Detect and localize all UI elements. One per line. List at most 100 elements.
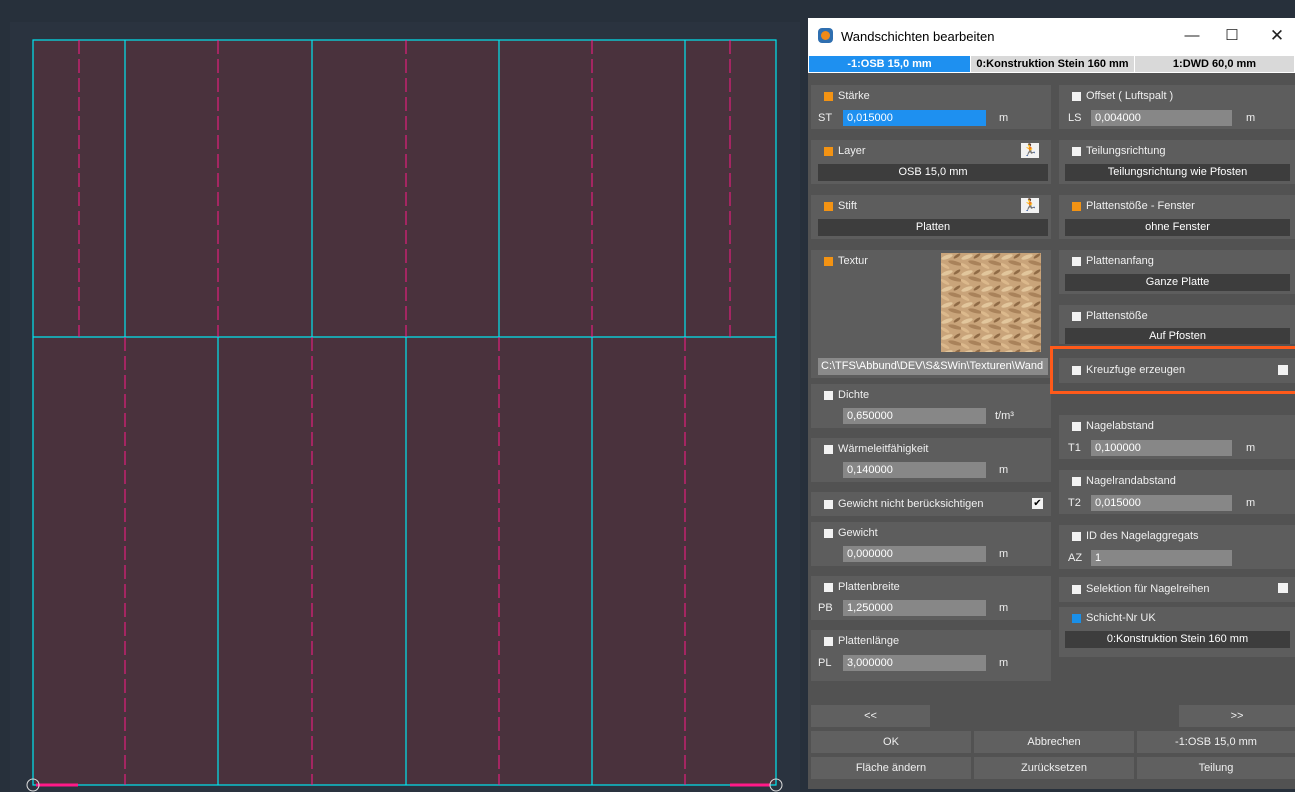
layer-group: Layer 🏃 OSB 15,0 mm (811, 140, 1051, 184)
plattenanfang-select[interactable]: Ganze Platte (1065, 274, 1290, 291)
layer-button[interactable]: -1:OSB 15,0 mm (1137, 731, 1295, 753)
layer-dialog: Wandschichten bearbeiten — ☐ ✕ -1:OSB 15… (808, 18, 1295, 789)
runner-icon[interactable]: 🏃 (1021, 143, 1039, 158)
maximize-icon[interactable]: ☐ (1221, 26, 1243, 46)
plattenbreite-group: Plattenbreite PB 1,250000 m (811, 576, 1051, 620)
staerke-prefix: ST (818, 112, 833, 124)
offset-label: Offset ( Luftspalt ) (1086, 90, 1174, 102)
dichte-label: Dichte (838, 389, 870, 401)
plattenstoesse-fenster-select[interactable]: ohne Fenster (1065, 219, 1290, 236)
gewicht-nicht-label: Gewicht nicht berücksichtigen (838, 498, 984, 510)
nagelabstand-prefix: T1 (1068, 442, 1081, 454)
selektion-checkbox[interactable] (1072, 585, 1081, 594)
nagelrandabstand-prefix: T2 (1068, 497, 1081, 509)
staerke-group: Stärke ST 0,015000 m (811, 85, 1051, 129)
plattenstoesse-checkbox[interactable] (1072, 312, 1081, 321)
dichte-group: Dichte 0,650000 t/m³ (811, 384, 1051, 428)
layer-label: Layer (838, 145, 866, 157)
cancel-button[interactable]: Abbrechen (974, 731, 1134, 753)
plattenlaenge-group: Plattenlänge PL 3,000000 m (811, 630, 1051, 681)
gewicht-nicht-group: Gewicht nicht berücksichtigen ✔ (811, 492, 1051, 516)
plattenstoesse-select[interactable]: Auf Pfosten (1065, 328, 1290, 344)
gewicht-label: Gewicht (838, 527, 878, 539)
waerme-checkbox[interactable] (824, 445, 833, 454)
layer-select[interactable]: OSB 15,0 mm (818, 164, 1048, 181)
dialog-title: Wandschichten bearbeiten (841, 29, 995, 44)
texture-path[interactable]: C:\TFS\Abbund\DEV\S&SWin\Texturen\Wand (818, 358, 1048, 375)
gewicht-nicht-toggle[interactable]: ✔ (1032, 498, 1043, 509)
plattenanfang-group: Plattenanfang Ganze Platte (1059, 250, 1295, 294)
next-button[interactable]: >> (1179, 705, 1295, 727)
plattenstoesse-fenster-checkbox[interactable] (1072, 202, 1081, 211)
schicht-nr-checkbox[interactable] (1072, 614, 1081, 623)
waerme-input[interactable]: 0,140000 (843, 462, 986, 478)
gewicht-unit: m (999, 548, 1009, 560)
close-icon[interactable]: ✕ (1266, 26, 1288, 46)
dichte-input[interactable]: 0,650000 (843, 408, 986, 424)
offset-input[interactable]: 0,004000 (1091, 110, 1232, 126)
waerme-label: Wärmeleitfähigkeit (838, 443, 929, 455)
plattenlaenge-label: Plattenlänge (838, 635, 900, 647)
stift-label: Stift (838, 200, 857, 212)
drawing-canvas[interactable] (10, 22, 800, 792)
staerke-input[interactable]: 0,015000 (843, 110, 986, 126)
nagelabstand-label: Nagelabstand (1086, 420, 1154, 432)
runner-icon[interactable]: 🏃 (1021, 198, 1039, 213)
nagelrandabstand-checkbox[interactable] (1072, 477, 1081, 486)
schicht-nr-label: Schicht-Nr UK (1086, 612, 1156, 624)
plattenbreite-input[interactable]: 1,250000 (843, 600, 986, 616)
stift-select[interactable]: Platten (818, 219, 1048, 236)
nagelrandabstand-label: Nagelrandabstand (1086, 475, 1176, 487)
flaeche-aendern-button[interactable]: Fläche ändern (811, 757, 971, 779)
teilungsrichtung-select[interactable]: Teilungsrichtung wie Pfosten (1065, 164, 1290, 181)
prev-button[interactable]: << (811, 705, 930, 727)
layer-tabs: -1:OSB 15,0 mm 0:Konstruktion Stein 160 … (808, 55, 1295, 73)
dichte-checkbox[interactable] (824, 391, 833, 400)
highlight-frame (1050, 346, 1295, 394)
plattenanfang-label: Plattenanfang (1086, 255, 1154, 267)
layer-checkbox[interactable] (824, 147, 833, 156)
nagelaggregat-prefix: AZ (1068, 552, 1083, 564)
nagelabstand-checkbox[interactable] (1072, 422, 1081, 431)
offset-checkbox[interactable] (1072, 92, 1081, 101)
plattenbreite-checkbox[interactable] (824, 583, 833, 592)
nagelaggregat-checkbox[interactable] (1072, 532, 1081, 541)
plattenlaenge-checkbox[interactable] (824, 637, 833, 646)
plattenbreite-label: Plattenbreite (838, 581, 900, 593)
nagelabstand-input[interactable]: 0,100000 (1091, 440, 1232, 456)
minimize-icon[interactable]: — (1181, 26, 1203, 46)
staerke-label: Stärke (838, 90, 870, 102)
nagelabstand-unit: m (1246, 442, 1256, 454)
waerme-unit: m (999, 464, 1009, 476)
stift-checkbox[interactable] (824, 202, 833, 211)
gewicht-nicht-checkbox[interactable] (824, 500, 833, 509)
plattenlaenge-prefix: PL (818, 657, 832, 669)
offset-group: Offset ( Luftspalt ) LS 0,004000 m (1059, 85, 1295, 129)
reset-button[interactable]: Zurücksetzen (974, 757, 1134, 779)
gewicht-input[interactable]: 0,000000 (843, 546, 986, 562)
nagelaggregat-input[interactable]: 1 (1091, 550, 1232, 566)
textur-label: Textur (838, 255, 868, 267)
staerke-checkbox[interactable] (824, 92, 833, 101)
selektion-toggle[interactable] (1278, 583, 1288, 593)
gewicht-checkbox[interactable] (824, 529, 833, 538)
teilungsrichtung-checkbox[interactable] (1072, 147, 1081, 156)
ok-button[interactable]: OK (811, 731, 971, 753)
teilung-button[interactable]: Teilung (1137, 757, 1295, 779)
plattenlaenge-unit: m (999, 657, 1009, 669)
nagelrandabstand-input[interactable]: 0,015000 (1091, 495, 1232, 511)
tab-konstruktion[interactable]: 0:Konstruktion Stein 160 mm (971, 56, 1134, 72)
teilungsrichtung-label: Teilungsrichtung (1086, 145, 1166, 157)
texture-preview[interactable] (941, 253, 1041, 352)
tab-osb[interactable]: -1:OSB 15,0 mm (809, 56, 970, 72)
plattenanfang-checkbox[interactable] (1072, 257, 1081, 266)
schicht-nr-select[interactable]: 0:Konstruktion Stein 160 mm (1065, 631, 1290, 648)
dichte-unit: t/m³ (995, 410, 1014, 422)
tab-dwd[interactable]: 1:DWD 60,0 mm (1135, 56, 1294, 72)
title-bar[interactable]: Wandschichten bearbeiten — ☐ ✕ (808, 18, 1295, 55)
offset-unit: m (1246, 112, 1256, 124)
selektion-label: Selektion für Nagelreihen (1086, 583, 1210, 595)
plattenlaenge-input[interactable]: 3,000000 (843, 655, 986, 671)
nagelrandabstand-unit: m (1246, 497, 1256, 509)
textur-checkbox[interactable] (824, 257, 833, 266)
